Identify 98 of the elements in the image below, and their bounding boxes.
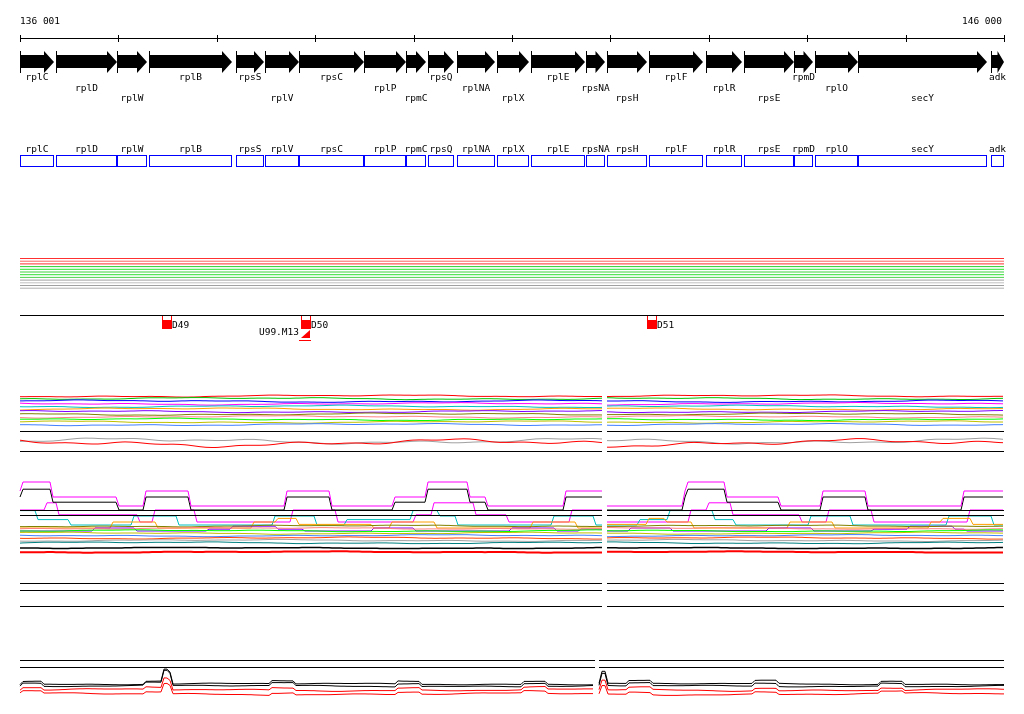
gene-box[interactable]	[991, 155, 1004, 167]
gene-arrow[interactable]	[457, 50, 495, 74]
gene-arrow[interactable]	[607, 50, 647, 74]
gene-label: rplO	[825, 143, 848, 154]
gene-box[interactable]	[497, 155, 529, 167]
gene-arrow[interactable]	[265, 50, 299, 74]
gene-arrow[interactable]	[428, 50, 454, 74]
marker-flag[interactable]	[301, 315, 311, 329]
gene-arrow[interactable]	[815, 50, 858, 74]
ruler-start-label: 136 001	[20, 15, 61, 26]
gene-label: rplV	[270, 143, 294, 154]
gene-box[interactable]	[428, 155, 454, 167]
gene-label: rplC	[25, 71, 49, 82]
gene-arrow[interactable]	[56, 50, 117, 74]
gene-label: rplR	[712, 143, 736, 154]
gene-arrow[interactable]	[858, 50, 987, 74]
gene-arrow[interactable]	[706, 50, 742, 74]
gene-label: rplE	[546, 143, 570, 154]
gene-box[interactable]	[794, 155, 813, 167]
gene-label: rpsE	[757, 143, 781, 154]
gene-label: rplP	[373, 143, 397, 154]
gene-arrow[interactable]	[586, 50, 605, 74]
gene-label: rplNA	[461, 143, 491, 154]
gene-label: rplC	[25, 143, 49, 154]
gene-label: rplW	[120, 92, 144, 103]
gene-arrow[interactable]	[531, 50, 585, 74]
gene-label: rplR	[712, 81, 736, 93]
gene-label: secY	[911, 92, 934, 103]
gene-label: rplD	[75, 81, 98, 93]
gene-box[interactable]	[406, 155, 426, 167]
gene-box[interactable]	[117, 155, 147, 167]
marker-label: D51	[657, 319, 675, 330]
gene-label: rpsC	[320, 71, 343, 82]
gene-box[interactable]	[649, 155, 703, 167]
gene-label: rpmD	[792, 143, 815, 154]
marker-label: D49	[172, 319, 190, 330]
gene-label: rpsS	[238, 71, 262, 82]
gene-label: rplP	[373, 81, 397, 93]
gene-label: rplO	[825, 81, 848, 93]
gene-arrow[interactable]	[117, 50, 147, 74]
gene-arrow[interactable]	[497, 50, 529, 74]
gene-label: rpsQ	[429, 143, 453, 154]
gene-box[interactable]	[586, 155, 605, 167]
gene-label: adk	[988, 71, 1007, 82]
gene-label: rplB	[179, 71, 202, 82]
gene-label: rplF	[664, 71, 688, 82]
gene-box[interactable]	[265, 155, 299, 167]
gene-label: rplE	[546, 71, 570, 82]
gene-label: rpmC	[404, 143, 428, 154]
gene-box[interactable]	[531, 155, 585, 167]
gene-label: rpsNA	[581, 81, 610, 93]
gene-label: rpsC	[320, 143, 343, 154]
gene-box[interactable]	[149, 155, 232, 167]
gene-label: rpmC	[404, 92, 428, 103]
gene-arrow[interactable]	[991, 50, 1004, 74]
gene-label: rplV	[270, 92, 294, 103]
gene-label: rpsH	[615, 92, 639, 103]
gene-label: rplX	[501, 92, 525, 103]
gene-label: rpsE	[757, 92, 781, 103]
feature-label: U99.M13	[258, 326, 299, 337]
gene-label: rplX	[501, 143, 525, 154]
gene-box[interactable]	[236, 155, 264, 167]
gene-label: rplNA	[461, 81, 491, 93]
gene-arrow[interactable]	[299, 50, 364, 74]
gene-label: rplW	[120, 143, 144, 154]
gene-label: rpsNA	[581, 143, 610, 154]
gene-box[interactable]	[457, 155, 495, 167]
gene-box[interactable]	[364, 155, 406, 167]
gene-box[interactable]	[744, 155, 794, 167]
marker-flag[interactable]	[162, 315, 172, 329]
gene-arrow[interactable]	[236, 50, 264, 74]
gene-arrow[interactable]	[744, 50, 794, 74]
gene-label: rpmD	[792, 71, 815, 82]
gene-label: rplB	[179, 143, 202, 154]
gene-label: rplF	[664, 143, 688, 154]
gene-label: adk	[988, 143, 1007, 154]
ruler-end-label: 146 000	[961, 15, 1002, 26]
gene-box[interactable]	[815, 155, 858, 167]
gene-label: rpsQ	[429, 71, 453, 82]
marker-label: D50	[311, 319, 329, 330]
marker-flag[interactable]	[647, 315, 657, 329]
gene-box[interactable]	[706, 155, 742, 167]
gene-arrow[interactable]	[794, 50, 813, 74]
gene-arrow[interactable]	[364, 50, 406, 74]
gene-label: rplD	[75, 143, 98, 154]
gene-box[interactable]	[607, 155, 647, 167]
gene-label: secY	[911, 143, 934, 154]
gene-box[interactable]	[858, 155, 987, 167]
gene-box[interactable]	[299, 155, 364, 167]
gene-box[interactable]	[56, 155, 117, 167]
gene-arrow[interactable]	[20, 50, 54, 74]
gene-label: rpsH	[615, 143, 639, 154]
gene-box[interactable]	[20, 155, 54, 167]
gene-arrow[interactable]	[406, 50, 426, 74]
feature-flag[interactable]	[298, 330, 312, 341]
gene-label: rpsS	[238, 143, 262, 154]
gene-arrow[interactable]	[649, 50, 703, 74]
gene-arrow[interactable]	[149, 50, 232, 74]
